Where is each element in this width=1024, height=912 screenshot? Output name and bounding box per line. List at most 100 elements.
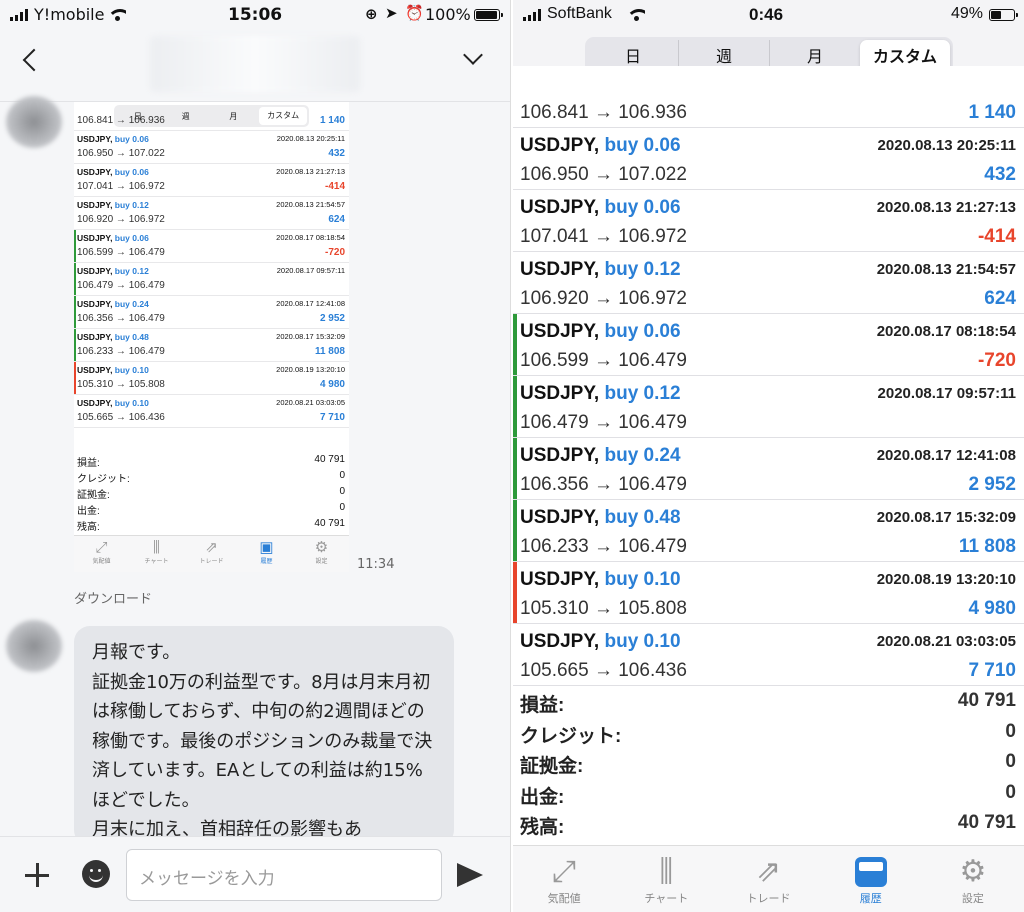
thumb-nav-label: 設定 <box>315 559 328 565</box>
wifi-icon <box>108 9 126 21</box>
trade-prices: 106.950 → 107.022 <box>520 164 687 185</box>
chat-screen: Y!mobile 15:06 ⊕ ➤ ⏰ 100% 日 週 月 カスタム 106… <box>0 0 510 912</box>
trade-symbol: USDJPY, buy 0.10 <box>77 398 149 408</box>
trade-side: buy 0.06 <box>604 197 681 218</box>
trade-row[interactable]: USDJPY, buy 0.10 2020.08.21 03:03:05 105.6… <box>513 624 1024 686</box>
summary-value: 0 <box>339 470 345 481</box>
trade-side: buy 0.12 <box>604 383 681 404</box>
trade-prices: 106.841 → 106.936 <box>77 115 165 126</box>
summary-value: 0 <box>1005 720 1016 742</box>
trade-row[interactable]: USDJPY, buy 0.12 2020.08.17 09:57:11 106.4… <box>74 263 349 296</box>
nav-item[interactable]: ⫼ チャート <box>615 846 717 912</box>
summary-value: 40 791 <box>314 518 345 529</box>
trade-row[interactable]: USDJPY, buy 0.24 2020.08.17 12:41:08 106.3… <box>513 438 1024 500</box>
trade-prices: 106.356 → 106.479 <box>520 474 687 495</box>
trade-row[interactable]: USDJPY, buy 0.48 2020.08.17 15:32:09 106.2… <box>74 329 349 362</box>
trade-side: buy 0.48 <box>604 507 681 528</box>
nav-label: 履歴 <box>859 893 882 905</box>
trade-row[interactable]: 106.841 → 106.936 1 140 <box>74 102 349 131</box>
trade-side: buy 0.06 <box>114 134 149 144</box>
trade-profit: 2 952 <box>968 474 1016 495</box>
trade-row[interactable]: USDJPY, buy 0.12 2020.08.17 09:57:11 106.4… <box>513 376 1024 438</box>
group-bar <box>513 314 517 375</box>
trade-datetime: 2020.08.17 08:18:54 <box>276 233 345 242</box>
message-input[interactable]: メッセージを入力 <box>126 849 442 901</box>
trade-row[interactable]: USDJPY, buy 0.12 2020.08.13 21:54:57 106.9… <box>513 252 1024 314</box>
nav-label: 設定 <box>961 893 984 905</box>
summary-label: 出金: <box>77 506 100 517</box>
thumb-nav-label: トレード <box>199 559 224 565</box>
group-bar <box>513 438 517 499</box>
nav-item[interactable]: ⇗ トレード <box>717 846 819 912</box>
tray-shape <box>854 857 887 887</box>
trade-datetime: 2020.08.13 21:54:57 <box>276 200 345 209</box>
trade-icon: ⇗ <box>755 855 782 888</box>
thumb-nav-icon: ⇗ <box>205 539 218 556</box>
trade-side: buy 0.24 <box>114 299 149 309</box>
trade-profit: -414 <box>324 181 345 192</box>
chart-icon: ⫼ <box>659 855 674 888</box>
trade-prices: 107.041 → 106.972 <box>520 226 687 247</box>
trade-row[interactable]: USDJPY, buy 0.06 2020.08.13 20:25:11 106.9… <box>513 128 1024 190</box>
trade-row[interactable]: 106.841 → 106.936 1 140 <box>513 66 1024 128</box>
summary-label: 残高: <box>520 817 565 838</box>
group-bar <box>74 362 76 394</box>
trade-row[interactable]: USDJPY, buy 0.06 2020.08.13 20:25:11 106.9… <box>74 131 349 164</box>
trade-prices: 105.310 → 105.808 <box>520 598 687 619</box>
chevron-down-icon[interactable] <box>463 45 483 65</box>
trade-datetime: 2020.08.17 09:57:11 <box>877 385 1016 402</box>
summary-label: 残高: <box>77 522 100 533</box>
thumb-nav-item: ▣ 履歴 <box>239 536 294 572</box>
nav-item[interactable]: ⚙ 設定 <box>922 846 1024 912</box>
trade-profit: 11 808 <box>958 536 1016 557</box>
plus-icon[interactable] <box>25 863 49 887</box>
trade-row[interactable]: USDJPY, buy 0.48 2020.08.17 15:32:09 106.2… <box>513 500 1024 562</box>
trade-row[interactable]: USDJPY, buy 0.06 2020.08.17 08:18:54 106.5… <box>513 314 1024 376</box>
trade-side: buy 0.12 <box>114 200 149 210</box>
trade-prices: 106.920 → 106.972 <box>77 214 165 225</box>
trade-side: buy 0.24 <box>604 445 681 466</box>
trade-side: buy 0.48 <box>114 332 149 342</box>
trade-prices: 106.599 → 106.479 <box>520 350 687 371</box>
trade-profit: 624 <box>984 288 1016 309</box>
thumb-nav-label: チャート <box>144 559 169 565</box>
trade-profit: 2 952 <box>319 313 345 324</box>
trade-row[interactable]: USDJPY, buy 0.10 2020.08.21 03:03:05 105.6… <box>74 395 349 428</box>
trade-prices: 107.041 → 106.972 <box>77 181 165 192</box>
nav-item[interactable]: ⤢ 気配値 <box>513 846 615 912</box>
carrier-label: Y!mobile <box>34 5 105 24</box>
nav-item[interactable]: 履歴 <box>820 846 922 912</box>
trade-symbol: USDJPY, buy 0.06 <box>77 167 149 177</box>
group-bar <box>74 230 76 262</box>
trade-symbol: USDJPY, buy 0.06 <box>77 233 149 243</box>
summary-label: 出金: <box>520 786 565 808</box>
quotes-icon: ⤢ <box>552 855 577 888</box>
trade-datetime: 2020.08.17 12:41:08 <box>876 447 1016 464</box>
back-chevron-icon[interactable] <box>22 48 46 72</box>
trade-symbol: USDJPY, buy 0.10 <box>520 631 681 652</box>
avatar[interactable] <box>6 620 62 672</box>
message-input-bar: メッセージを入力 <box>0 836 510 912</box>
trade-row[interactable]: USDJPY, buy 0.10 2020.08.19 13:20:10 105.3… <box>74 362 349 395</box>
trade-symbol: USDJPY, buy 0.10 <box>77 365 149 375</box>
trade-datetime: 2020.08.17 15:32:09 <box>276 332 345 341</box>
trade-datetime: 2020.08.17 08:18:54 <box>876 323 1016 340</box>
send-icon[interactable] <box>457 863 483 887</box>
trade-row[interactable]: USDJPY, buy 0.06 2020.08.17 08:18:54 106.5… <box>74 230 349 263</box>
trade-prices: 105.665 → 106.436 <box>520 660 687 681</box>
trade-row[interactable]: USDJPY, buy 0.24 2020.08.17 12:41:08 106.3… <box>74 296 349 329</box>
emoji-icon[interactable] <box>82 860 110 888</box>
trade-row[interactable]: USDJPY, buy 0.10 2020.08.19 13:20:10 105.3… <box>513 562 1024 624</box>
trade-datetime: 2020.08.13 20:25:11 <box>276 134 345 143</box>
trade-row[interactable]: USDJPY, buy 0.06 2020.08.13 21:27:13 107.0… <box>513 190 1024 252</box>
screenshot-thumbnail[interactable]: 日 週 月 カスタム 106.841 → 106.936 1 140 USDJPY,… <box>74 102 349 572</box>
summary-label: 損益: <box>77 458 100 469</box>
trade-row[interactable]: USDJPY, buy 0.06 2020.08.13 21:27:13 107.0… <box>74 164 349 197</box>
trade-row[interactable]: USDJPY, buy 0.12 2020.08.13 21:54:57 106.9… <box>74 197 349 230</box>
trade-profit: 1 140 <box>319 115 345 126</box>
thumb-nav-icon: ⚙ <box>314 539 329 556</box>
download-link[interactable]: ダウンロード <box>74 588 152 607</box>
avatar[interactable] <box>6 96 62 148</box>
trade-datetime: 2020.08.17 12:41:08 <box>276 299 345 308</box>
summary-value: 40 791 <box>957 812 1016 833</box>
